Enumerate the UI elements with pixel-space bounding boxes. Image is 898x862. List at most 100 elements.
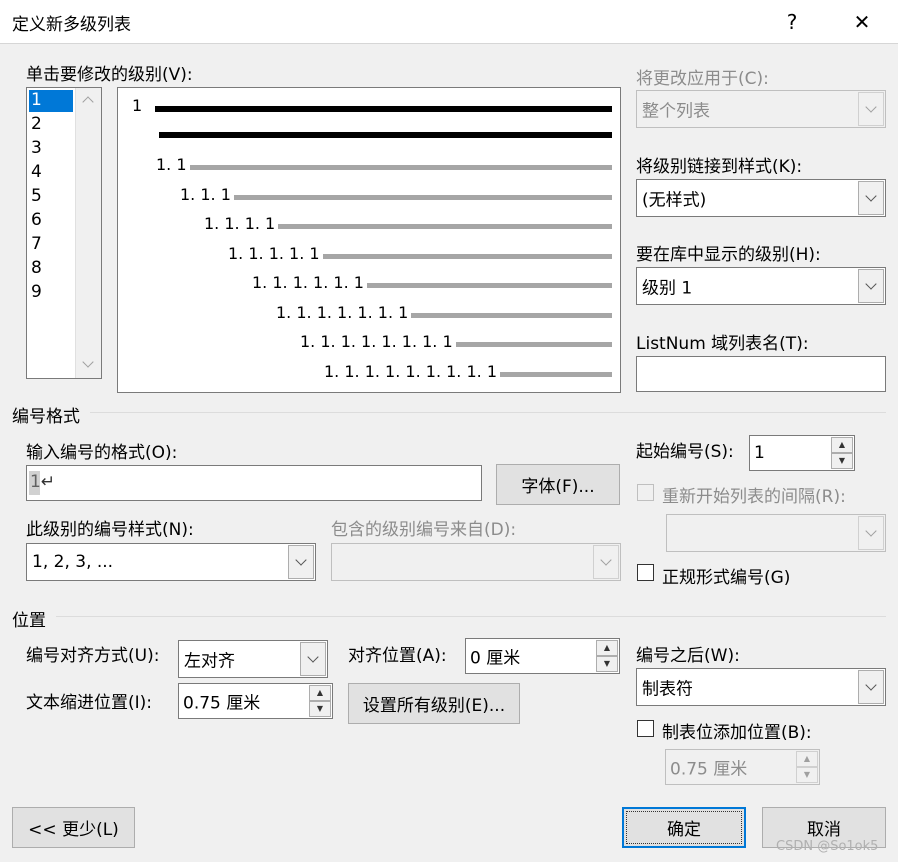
indent-spinner[interactable]: 0.75 厘米 ▲ ▼ — [178, 683, 333, 719]
preview-text-line — [189, 165, 612, 170]
alignment-select[interactable]: 左对齐 — [178, 640, 328, 678]
spin-up-icon[interactable]: ▲ — [831, 437, 853, 453]
preview-level-number: 1. 1. 1. 1. 1 — [228, 243, 320, 263]
scroll-down-icon[interactable] — [82, 356, 94, 368]
spin-up-icon[interactable]: ▲ — [796, 751, 818, 767]
level-preview: 1 1. 1 1. 1. 1 1. 1. 1. 1 1. 1. 1. 1. 1 1. 1.… — [117, 87, 621, 393]
restart-label: 重新开始列表的间隔(R): — [662, 487, 846, 507]
number-style-label: 此级别的编号样式(N): — [26, 520, 194, 540]
set-all-levels-button[interactable]: 设置所有级别(E)... — [348, 683, 520, 724]
enter-format-label: 输入编号的格式(O): — [26, 443, 178, 463]
preview-text-line — [455, 342, 612, 347]
legal-style-label: 正规形式编号(G) — [662, 568, 791, 588]
chevron-down-icon — [300, 642, 326, 676]
spin-down-icon[interactable]: ▼ — [309, 701, 331, 717]
follow-number-select[interactable]: 制表符 — [636, 668, 886, 706]
level-list-item[interactable]: 2 — [31, 114, 42, 136]
preview-text-line — [155, 105, 612, 112]
chevron-down-icon — [288, 545, 314, 579]
spin-down-icon[interactable]: ▼ — [831, 453, 853, 469]
tab-stop-label: 制表位添加位置(B): — [662, 723, 812, 743]
preview-text-line — [500, 371, 612, 377]
chevron-down-icon — [858, 92, 884, 126]
link-style-label: 将级别链接到样式(K): — [636, 157, 803, 177]
level-list-item[interactable]: 1 — [29, 90, 73, 112]
apply-to-label: 将更改应用于(C): — [636, 69, 769, 89]
restart-select[interactable] — [666, 514, 886, 552]
help-button[interactable]: ? — [770, 0, 814, 44]
level-list-item[interactable]: 3 — [31, 138, 42, 160]
listnum-input[interactable] — [636, 356, 886, 392]
link-style-value: (无样式) — [642, 190, 707, 211]
follow-number-value: 制表符 — [642, 679, 693, 700]
level-list-item[interactable]: 5 — [31, 186, 42, 208]
tab-stop-spinner[interactable]: 0.75 厘米 ▲ ▼ — [665, 749, 820, 785]
level-scrollbar[interactable] — [75, 88, 101, 378]
level-list-item[interactable]: 8 — [31, 258, 42, 280]
follow-number-label: 编号之后(W): — [636, 646, 740, 666]
aligned-at-spinner[interactable]: 0 厘米 ▲ ▼ — [465, 638, 620, 674]
enter-format-input[interactable]: 1↵ — [26, 465, 482, 501]
spin-down-icon[interactable]: ▼ — [796, 767, 818, 783]
listnum-label: ListNum 域列表名(T): — [636, 334, 809, 354]
gallery-level-value: 级别 1 — [642, 278, 693, 299]
preview-text-line — [366, 283, 612, 288]
spin-down-icon[interactable]: ▼ — [596, 656, 618, 672]
preview-text-line — [159, 131, 612, 138]
include-level-label: 包含的级别编号来自(D): — [331, 520, 517, 540]
level-list-item[interactable]: 7 — [31, 234, 42, 256]
title-bar: 定义新多级列表 ? ✕ — [0, 0, 898, 44]
apply-to-value: 整个列表 — [642, 101, 710, 122]
chevron-down-icon — [593, 545, 619, 579]
preview-level-number: 1. 1. 1. 1 — [204, 214, 276, 233]
number-style-select[interactable]: 1, 2, 3, ... — [26, 543, 316, 581]
font-button[interactable]: 字体(F)... — [496, 464, 620, 505]
section-divider — [90, 412, 886, 413]
alignment-value: 左对齐 — [184, 651, 235, 672]
chevron-down-icon — [858, 516, 884, 550]
preview-level-number: 1. 1. 1. 1. 1. 1. 1. 1. 1 — [324, 361, 497, 381]
tab-stop-checkbox[interactable] — [637, 720, 654, 737]
spin-up-icon[interactable]: ▲ — [309, 685, 331, 701]
window-title: 定义新多级列表 — [12, 15, 131, 35]
section-divider — [56, 616, 886, 617]
start-at-spinner[interactable]: 1 ▲ ▼ — [749, 435, 855, 471]
include-level-select[interactable] — [331, 543, 621, 581]
preview-level-number: 1 — [132, 96, 143, 115]
preview-row — [156, 126, 612, 138]
tab-stop-value: 0.75 厘米 — [670, 759, 748, 780]
start-at-value: 1 — [754, 443, 765, 463]
start-at-label: 起始编号(S): — [636, 442, 734, 462]
preview-row: 1. 1. 1. 1 — [204, 214, 612, 233]
preview-row: 1. 1 — [156, 155, 612, 174]
level-list-item[interactable]: 4 — [31, 162, 42, 184]
gallery-level-select[interactable]: 级别 1 — [636, 267, 886, 305]
preview-level-number: 1. 1. 1 — [180, 184, 231, 204]
number-format-section-title: 编号格式 — [12, 407, 80, 427]
aligned-at-value: 0 厘米 — [470, 648, 521, 669]
chevron-down-icon — [858, 670, 884, 704]
preview-row: 1. 1. 1. 1. 1 — [228, 244, 612, 263]
level-listbox[interactable]: 123456789 — [26, 87, 102, 379]
indent-label: 文本缩进位置(I): — [26, 693, 153, 713]
preview-level-number: 1. 1 — [156, 155, 187, 174]
number-style-value: 1, 2, 3, ... — [32, 552, 114, 572]
gallery-level-label: 要在库中显示的级别(H): — [636, 245, 821, 265]
preview-row: 1. 1. 1. 1. 1. 1. 1 — [276, 303, 612, 322]
legal-style-checkbox[interactable] — [637, 564, 654, 581]
scroll-up-icon[interactable] — [82, 96, 94, 108]
apply-to-select[interactable]: 整个列表 — [636, 90, 886, 128]
close-icon[interactable]: ✕ — [840, 0, 884, 44]
indent-value: 0.75 厘米 — [183, 693, 261, 714]
spin-up-icon[interactable]: ▲ — [596, 640, 618, 656]
restart-checkbox[interactable] — [637, 484, 654, 501]
preview-row: 1. 1. 1. 1. 1. 1. 1. 1 — [300, 332, 612, 351]
level-list-label: 单击要修改的级别(V): — [26, 65, 193, 85]
link-style-select[interactable]: (无样式) — [636, 179, 886, 217]
less-button[interactable]: << 更少(L) — [12, 807, 135, 848]
level-list-item[interactable]: 9 — [31, 282, 42, 304]
preview-text-line — [411, 312, 612, 318]
ok-button[interactable]: 确定 — [622, 807, 746, 848]
preview-text-line — [322, 253, 612, 259]
level-list-item[interactable]: 6 — [31, 210, 42, 232]
